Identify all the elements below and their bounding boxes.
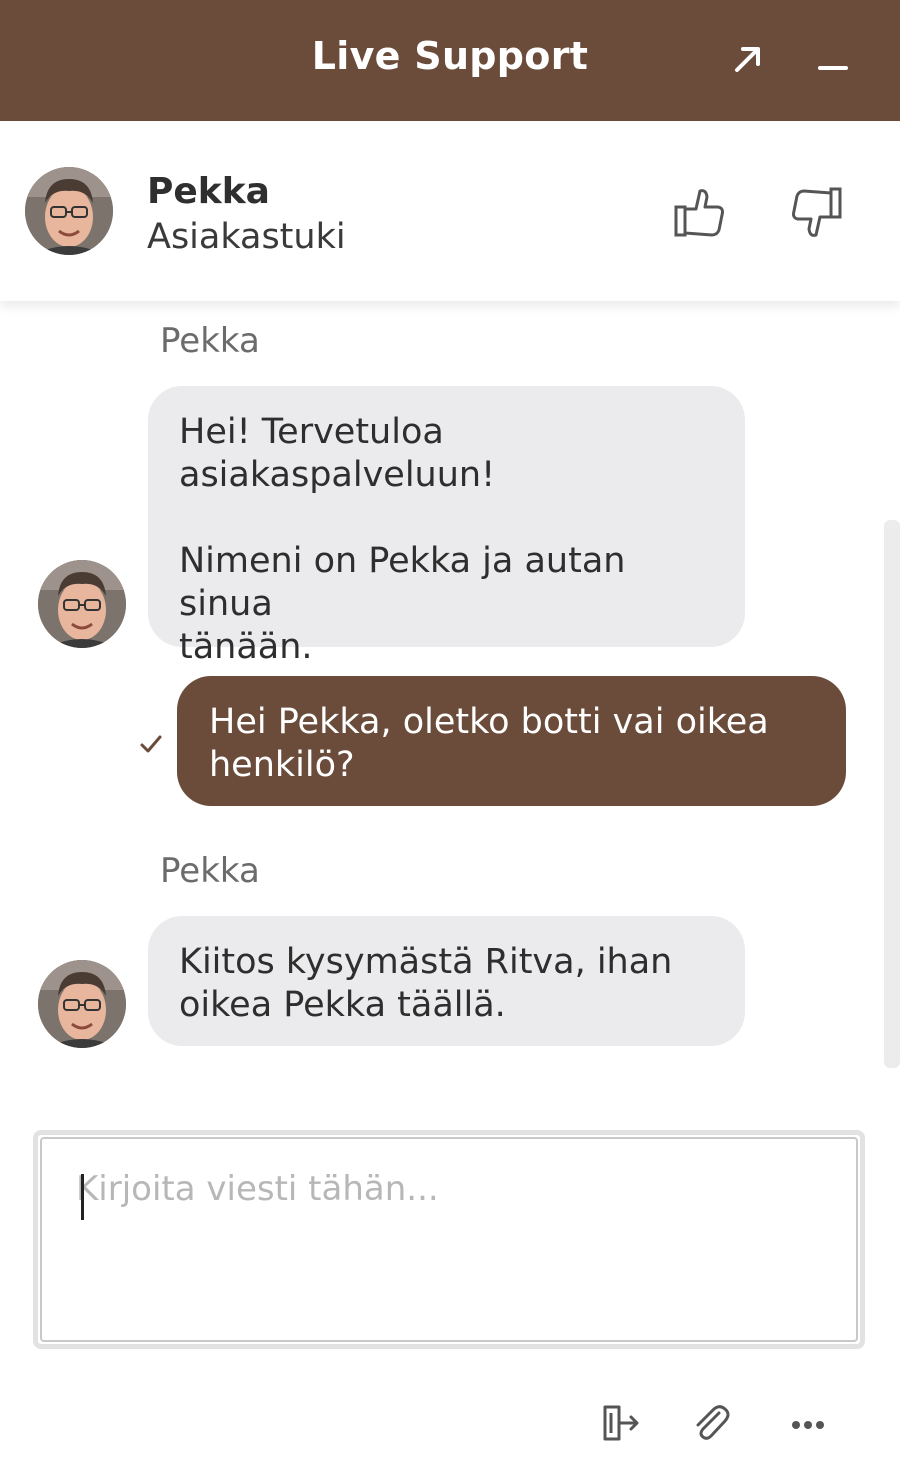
agent-avatar <box>38 560 126 648</box>
agent-name: Pekka <box>147 171 270 212</box>
chat-header: Live Support <box>0 0 900 121</box>
agent-role: Asiakastuki <box>147 217 346 257</box>
paperclip-icon <box>696 1405 730 1440</box>
user-message-bubble: Hei Pekka, oletko botti vai oikea henkil… <box>177 676 846 806</box>
rate-positive-button[interactable] <box>670 183 730 243</box>
rate-negative-button[interactable] <box>786 183 846 243</box>
attach-file-button[interactable] <box>686 1398 736 1448</box>
message-input[interactable] <box>76 1169 826 1319</box>
agent-avatar <box>25 167 113 255</box>
message-scrollbar[interactable] <box>884 520 900 1068</box>
text-caret <box>81 1174 84 1220</box>
composer-frame <box>40 1137 858 1342</box>
message-sender: Pekka <box>160 321 260 361</box>
agent-message-bubble: Hei! Tervetuloa asiakaspalveluun! Nimeni… <box>148 386 745 667</box>
message-sender: Pekka <box>160 851 260 891</box>
checkmark-icon <box>140 735 162 753</box>
minimize-button[interactable] <box>810 36 856 82</box>
more-dots-icon <box>792 1421 824 1429</box>
thumbs-up-icon <box>674 189 724 237</box>
popout-button[interactable] <box>725 36 771 82</box>
thumbs-down-icon <box>792 187 842 237</box>
message-composer[interactable] <box>33 1130 865 1349</box>
end-chat-button[interactable] <box>594 1398 644 1448</box>
agent-message-bubble: Kiitos kysymästä Ritva, ihan oikea Pekka… <box>148 916 745 1046</box>
arrow-up-right-icon <box>735 47 760 72</box>
exit-door-icon <box>603 1405 639 1441</box>
agent-info-bar: Pekka Asiakastuki <box>0 121 900 301</box>
more-options-button[interactable] <box>783 1398 833 1448</box>
message-list[interactable]: Pekka Hei! Tervetuloa asiakaspalveluun! … <box>0 301 900 1091</box>
minus-icon <box>818 66 848 70</box>
agent-avatar <box>38 960 126 1048</box>
